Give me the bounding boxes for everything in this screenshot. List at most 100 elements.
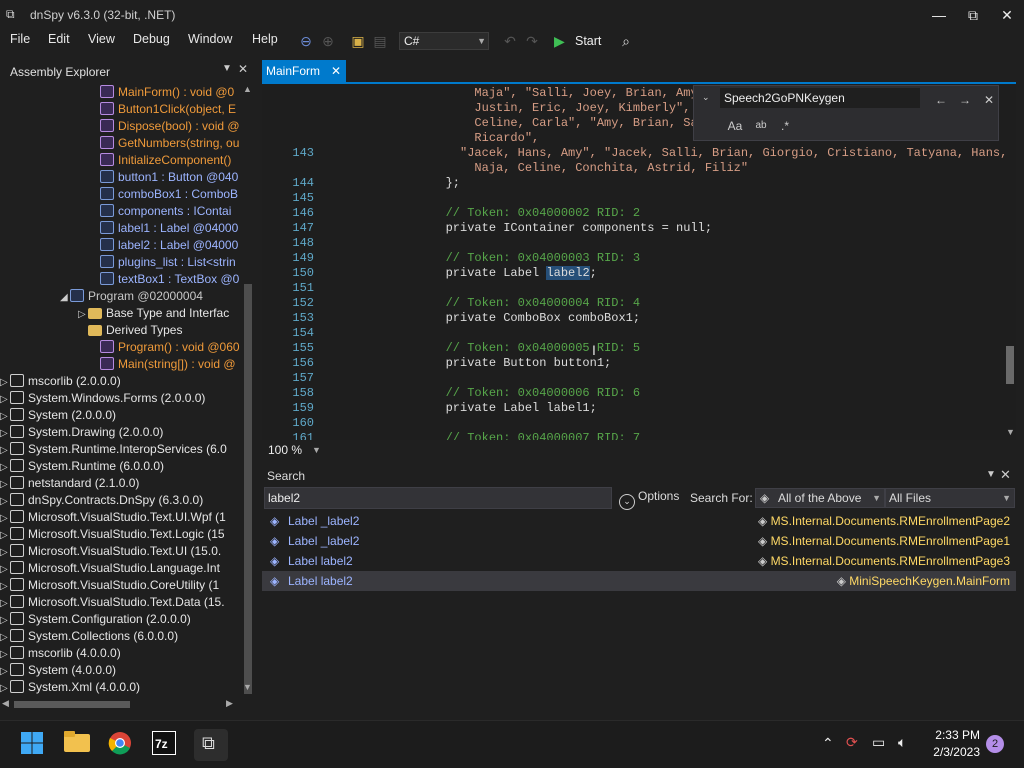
expand-icon[interactable]: ▷	[0, 561, 10, 578]
tree-item[interactable]: Dispose(bool) : void @	[100, 118, 240, 135]
tab-close-icon[interactable]: ✕	[331, 60, 341, 82]
scope-select[interactable]: All Files ▼	[885, 488, 1015, 508]
tree-item[interactable]: plugins_list : List<strin	[100, 254, 236, 271]
tree-item[interactable]: ▷ Microsoft.VisualStudio.Language.Int	[0, 560, 220, 577]
regex-icon[interactable]: .*	[776, 117, 794, 135]
menu-edit[interactable]: Edit	[48, 32, 70, 46]
tree-item[interactable]: ▷ System.Configuration (2.0.0.0)	[0, 611, 191, 628]
tree-item[interactable]: Program() : void @060	[100, 339, 240, 356]
tree-item[interactable]: MainForm() : void @0	[100, 84, 234, 101]
dnspy-taskbar-icon[interactable]: ⧉	[194, 729, 228, 761]
find-close-icon[interactable]: ✕	[980, 91, 998, 109]
search-result-row[interactable]: ◈ Label label2 ◈ MiniSpeechKeygen.MainForm	[262, 571, 1016, 591]
find-previous-icon[interactable]: ←	[932, 91, 950, 109]
scrollbar-thumb[interactable]	[244, 284, 252, 694]
tree-item[interactable]: ▷ Base Type and Interfac	[78, 305, 229, 322]
whole-word-icon[interactable]: ab	[750, 117, 772, 135]
panel-dropdown-icon[interactable]: ▼	[222, 63, 232, 74]
tree-item[interactable]: ◢ Program @02000004	[60, 288, 203, 305]
expand-icon[interactable]: ▷	[0, 629, 10, 646]
expand-icon[interactable]: ▷	[0, 493, 10, 510]
7zip-icon[interactable]: 7z	[152, 731, 180, 759]
expand-icon[interactable]: ▷	[0, 544, 10, 561]
panel-close-icon[interactable]: ✕	[238, 62, 248, 76]
tree-item[interactable]: ▷ System (2.0.0.0)	[0, 407, 116, 424]
expand-icon[interactable]: ▷	[78, 306, 88, 323]
tree-item[interactable]: label1 : Label @04000	[100, 220, 238, 237]
assembly-tree-hscrollbar[interactable]: ◀ ▶	[0, 697, 240, 711]
language-select[interactable]: C# ▼	[399, 32, 489, 50]
system-clock[interactable]: 2:33 PM 2/3/2023	[928, 727, 980, 761]
start-button[interactable]: Start	[575, 34, 601, 48]
tree-item[interactable]: ▷ Microsoft.VisualStudio.Text.UI (15.0.	[0, 543, 221, 560]
expand-icon[interactable]: ▷	[0, 510, 10, 527]
scroll-right-icon[interactable]: ▶	[226, 698, 233, 709]
file-explorer-icon[interactable]	[64, 731, 92, 759]
windows-start-icon[interactable]	[20, 731, 48, 759]
find-next-icon[interactable]: →	[956, 91, 974, 109]
collapse-icon[interactable]: ◢	[60, 289, 70, 306]
tree-item[interactable]: button1 : Button @040	[100, 169, 238, 186]
chrome-icon[interactable]	[108, 731, 136, 759]
menu-view[interactable]: View	[88, 32, 115, 46]
expand-icon[interactable]: ▷	[0, 459, 10, 476]
save-icon[interactable]: ▤	[370, 30, 390, 52]
tree-item[interactable]: ▷ Microsoft.VisualStudio.CoreUtility (1	[0, 577, 219, 594]
tree-item[interactable]: Button1Click(object, E	[100, 101, 236, 118]
hscrollbar-thumb[interactable]	[14, 701, 130, 708]
tree-item[interactable]: components : IContai	[100, 203, 231, 220]
tree-item[interactable]: ▷ Microsoft.VisualStudio.Text.Data (15.	[0, 594, 225, 611]
zoom-level[interactable]: 100 % ▼	[262, 441, 322, 459]
search-result-row[interactable]: ◈ Label _label2 ◈ MS.Internal.Documents.RM…	[262, 531, 1016, 551]
minimize-button[interactable]: —	[922, 4, 956, 26]
search-input[interactable]: label2	[264, 487, 612, 509]
expand-icon[interactable]: ▷	[0, 374, 10, 391]
match-case-icon[interactable]: Aa	[724, 117, 746, 135]
menu-window[interactable]: Window	[188, 32, 232, 46]
volume-icon[interactable]: 🔈︎	[898, 734, 906, 751]
search-icon[interactable]: ⌕	[616, 30, 636, 52]
undo-icon[interactable]: ↶	[500, 30, 520, 52]
tree-item[interactable]: comboBox1 : ComboB	[100, 186, 238, 203]
expand-icon[interactable]: ▷	[0, 527, 10, 544]
start-icon[interactable]: ▶	[554, 33, 565, 50]
tree-item[interactable]: ▷ System.Runtime.InteropServices (6.0	[0, 441, 227, 458]
assembly-tree[interactable]: MainForm() : void @0 Button1Click(object,…	[0, 84, 240, 696]
tree-item[interactable]: ▷ Microsoft.VisualStudio.Text.Logic (15	[0, 526, 225, 543]
maximize-button[interactable]: ⧉	[956, 4, 990, 26]
expand-icon[interactable]: ▷	[0, 612, 10, 629]
panel-dropdown-icon[interactable]: ▼	[986, 469, 996, 480]
tree-item[interactable]: ▷ netstandard (2.1.0.0)	[0, 475, 139, 492]
panel-close-icon[interactable]: ✕	[1000, 467, 1011, 483]
editor-scrollbar[interactable]: ▼	[1002, 84, 1018, 440]
network-icon[interactable]: ▭	[872, 734, 885, 751]
assembly-tree-scrollbar[interactable]: ▲ ▼	[240, 84, 256, 696]
close-button[interactable]: ✕	[990, 4, 1024, 26]
expand-icon[interactable]: ▷	[0, 391, 10, 408]
search-for-select[interactable]: ◈ All of the Above ▼	[755, 488, 885, 508]
options-toggle[interactable]: ⌄ Options	[619, 489, 679, 510]
expand-icon[interactable]: ▷	[0, 663, 10, 680]
expand-icon[interactable]: ▷	[0, 442, 10, 459]
expand-icon[interactable]: ▷	[0, 425, 10, 442]
tree-item[interactable]: GetNumbers(string, ou	[100, 135, 239, 152]
tree-item[interactable]: ▷ System (4.0.0.0)	[0, 662, 116, 679]
menu-help[interactable]: Help	[252, 32, 278, 46]
tree-item[interactable]: ▷ dnSpy.Contracts.DnSpy (6.3.0.0)	[0, 492, 203, 509]
expand-icon[interactable]: ▷	[0, 578, 10, 595]
expand-icon[interactable]: ▷	[0, 646, 10, 663]
tree-item[interactable]: Main(string[]) : void @	[100, 356, 236, 373]
forward-icon[interactable]: ⊕	[318, 30, 338, 52]
scroll-down-icon[interactable]: ▼	[243, 682, 252, 692]
search-result-row[interactable]: ◈ Label label2 ◈ MS.Internal.Documents.RME…	[262, 551, 1016, 571]
open-file-icon[interactable]: ▣	[348, 30, 368, 52]
expand-icon[interactable]: ▷	[0, 408, 10, 425]
scrollbar-thumb[interactable]	[1006, 346, 1014, 384]
tree-item[interactable]: ▷ System.Drawing (2.0.0.0)	[0, 424, 163, 441]
chevron-up-icon[interactable]: ⌃	[822, 735, 834, 752]
tree-item[interactable]: ▷ System.Collections (6.0.0.0)	[0, 628, 178, 645]
tree-item[interactable]: ▷ mscorlib (2.0.0.0)	[0, 373, 121, 390]
tree-item[interactable]: ▷ Microsoft.VisualStudio.Text.UI.Wpf (1	[0, 509, 226, 526]
menu-debug[interactable]: Debug	[133, 32, 170, 46]
expand-icon[interactable]: ▷	[0, 476, 10, 493]
